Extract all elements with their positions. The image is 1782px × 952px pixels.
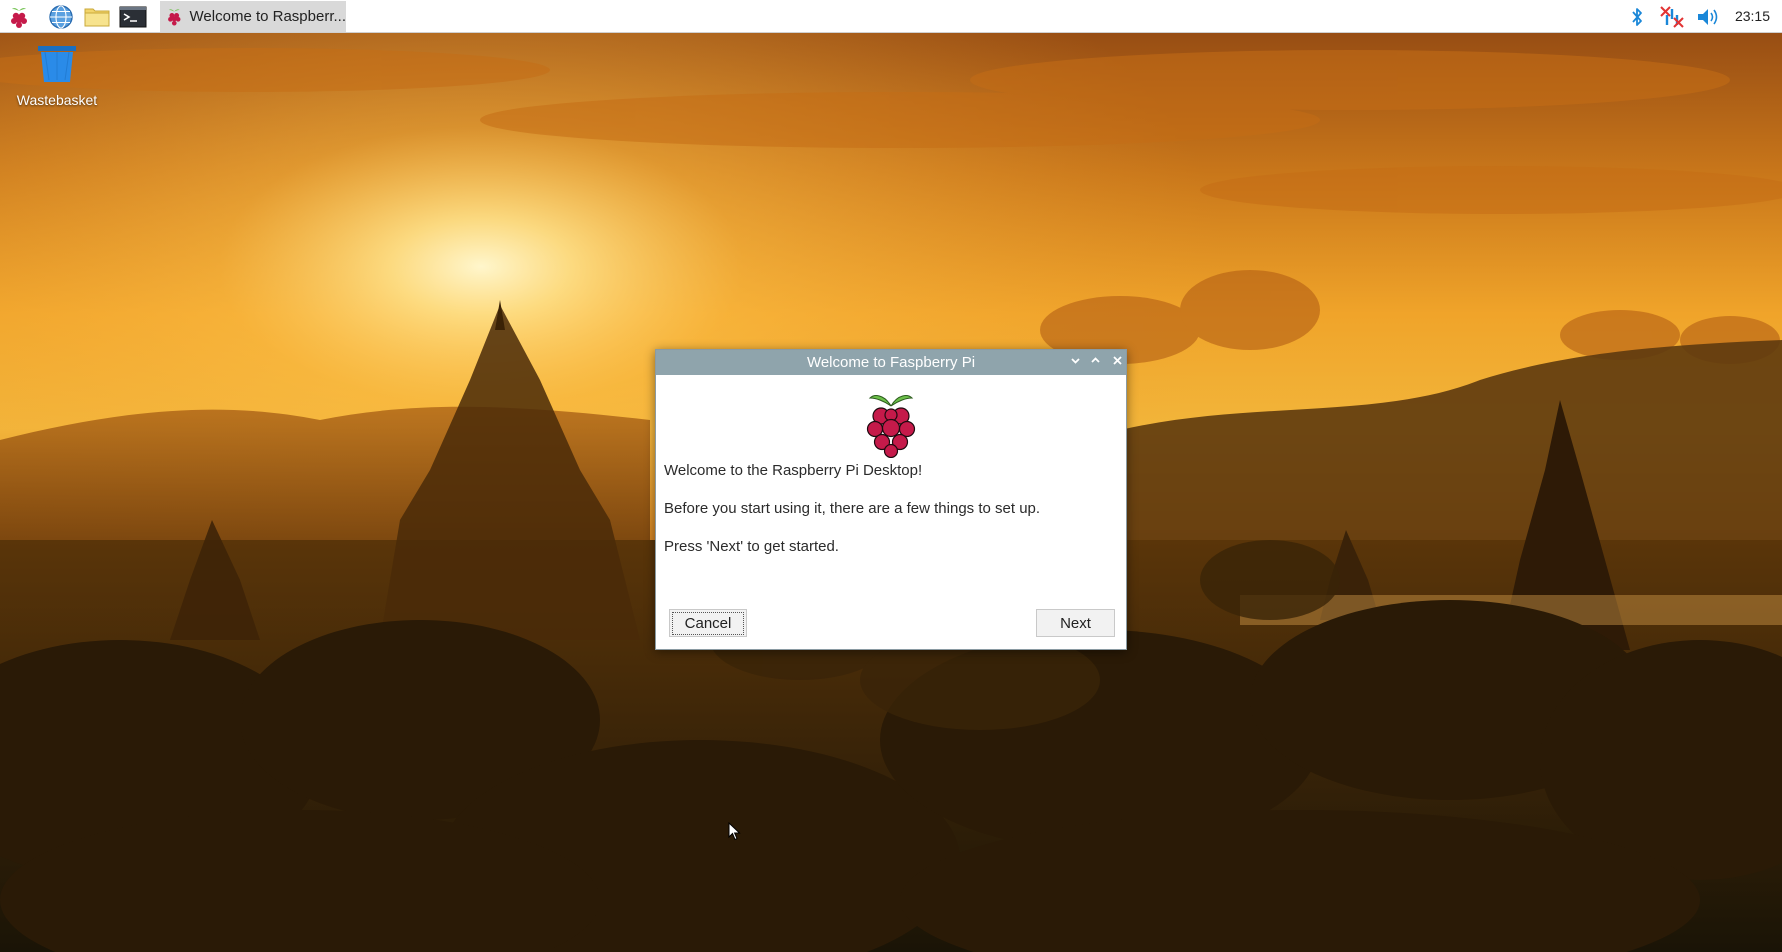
desktop-icon-label: Wastebasket xyxy=(16,92,98,108)
next-button[interactable]: Next xyxy=(1036,609,1115,637)
file-manager-icon[interactable] xyxy=(82,2,112,32)
web-browser-icon[interactable] xyxy=(46,2,76,32)
maximize-icon[interactable] xyxy=(1087,354,1104,371)
bluetooth-icon[interactable] xyxy=(1622,0,1652,33)
welcome-instruction-text: Press 'Next' to get started. xyxy=(664,538,839,555)
dialog-titlebar[interactable]: Welcome to Faspberry Pi xyxy=(656,350,1126,375)
raspberry-icon xyxy=(168,8,181,26)
taskbar: Welcome to Raspberr... 23:15 xyxy=(0,0,1782,33)
welcome-setup-text: Before you start using it, there are a f… xyxy=(664,500,1041,517)
cancel-button-label: Cancel xyxy=(671,611,745,635)
raspberry-pi-logo xyxy=(862,390,920,463)
taskbar-window-label: Welcome to Raspberr... xyxy=(189,8,346,25)
network-disconnected-icon[interactable] xyxy=(1656,0,1688,33)
minimize-icon[interactable] xyxy=(1067,354,1084,371)
taskbar-window-button[interactable]: Welcome to Raspberr... xyxy=(160,1,346,32)
dialog-title: Welcome to Faspberry Pi xyxy=(806,354,976,371)
welcome-dialog: Welcome to Faspberry Pi Welcome to the R… xyxy=(655,349,1127,650)
clock[interactable]: 23:15 xyxy=(1735,0,1770,33)
mouse-cursor-icon xyxy=(728,822,741,841)
desktop-icon-wastebasket[interactable]: Wastebasket xyxy=(8,44,106,108)
close-icon[interactable] xyxy=(1109,354,1126,371)
trash-icon xyxy=(38,46,76,82)
terminal-icon[interactable] xyxy=(118,2,148,32)
volume-icon[interactable] xyxy=(1692,0,1724,33)
raspberry-menu-icon[interactable] xyxy=(4,2,34,32)
cancel-button[interactable]: Cancel xyxy=(669,609,747,637)
welcome-heading: Welcome to the Raspberry Pi Desktop! xyxy=(664,462,923,479)
